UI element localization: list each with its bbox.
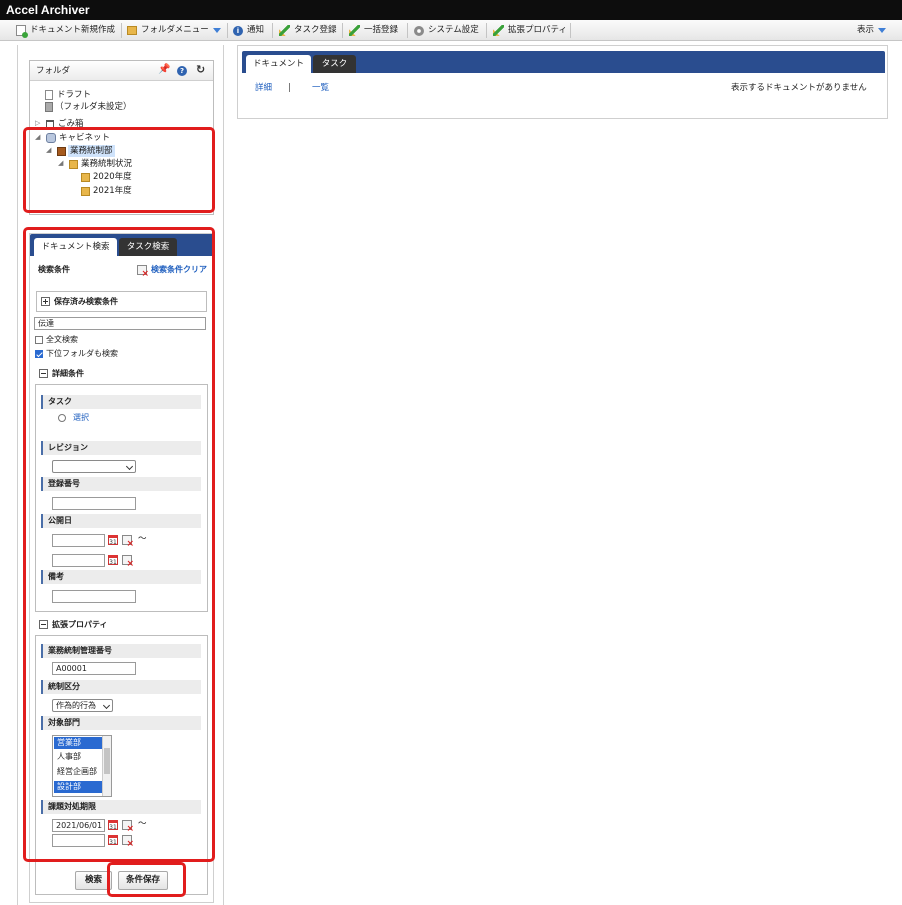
new-document-button[interactable]: ドキュメント新規作成 — [16, 20, 115, 41]
task-pen-icon — [279, 25, 290, 36]
tree-item-draft[interactable]: ドラフト — [57, 89, 91, 101]
folder-panel-header: フォルダ 📌 ? ↻ — [30, 61, 213, 81]
view-menu-button[interactable]: 表示 — [857, 20, 887, 41]
tree-item-draft-sub[interactable]: （フォルダ未設定） — [55, 101, 132, 113]
help-icon[interactable]: ? — [177, 66, 187, 76]
unset-folder-icon — [45, 102, 53, 112]
toolbar-separator — [486, 23, 487, 38]
ext-properties-button[interactable]: 拡張プロパティ — [493, 20, 567, 41]
folder-panel-title: フォルダ — [36, 66, 71, 76]
gear-icon — [414, 25, 424, 36]
bulk-register-button[interactable]: 一括登録 — [349, 20, 398, 41]
toolbar-separator — [227, 23, 228, 38]
list-view-link[interactable]: 一覧 — [312, 82, 329, 94]
app-title: Accel Archiver — [6, 3, 90, 17]
tab-document[interactable]: ドキュメント — [246, 55, 311, 73]
tree-expand-icon[interactable]: ▷ — [35, 119, 40, 127]
detail-view-link[interactable]: 詳細 — [255, 82, 272, 94]
toolbar-separator — [407, 23, 408, 38]
empty-message: 表示するドキュメントがありません — [731, 83, 867, 93]
main-toolbar: ドキュメント新規作成 フォルダメニュー i 通知 タスク登録 一括登録 システム設… — [0, 20, 902, 41]
ext-pen-icon — [493, 25, 504, 36]
highlight-folder-tree — [23, 127, 215, 213]
folder-menu-button[interactable]: フォルダメニュー — [127, 20, 221, 41]
bulk-pen-icon — [349, 25, 360, 36]
document-panel: ドキュメント タスク 詳細 | 一覧 表示するドキュメントがありません — [237, 45, 888, 119]
toolbar-separator — [570, 23, 571, 38]
toolbar-separator — [272, 23, 273, 38]
highlight-save-button — [107, 862, 186, 897]
highlight-search-panel — [23, 227, 215, 862]
tab-task[interactable]: タスク — [313, 55, 356, 73]
info-icon: i — [233, 25, 243, 36]
dropdown-arrow-icon — [212, 28, 221, 33]
draft-doc-icon — [45, 90, 53, 100]
app-title-bar: Accel Archiver — [0, 0, 902, 20]
toolbar-separator — [121, 23, 122, 38]
system-settings-button[interactable]: システム設定 — [414, 20, 479, 41]
document-tab-bar: ドキュメント タスク — [242, 51, 885, 73]
folder-icon — [127, 26, 137, 35]
view-dropdown-arrow-icon — [878, 28, 887, 33]
refresh-icon[interactable]: ↻ — [196, 64, 205, 76]
view-separator: | — [288, 83, 291, 93]
toolbar-separator — [342, 23, 343, 38]
new-document-icon — [16, 25, 28, 38]
notify-button[interactable]: i 通知 — [233, 20, 264, 41]
task-register-button[interactable]: タスク登録 — [279, 20, 337, 41]
pin-icon[interactable]: 📌 — [158, 65, 170, 75]
